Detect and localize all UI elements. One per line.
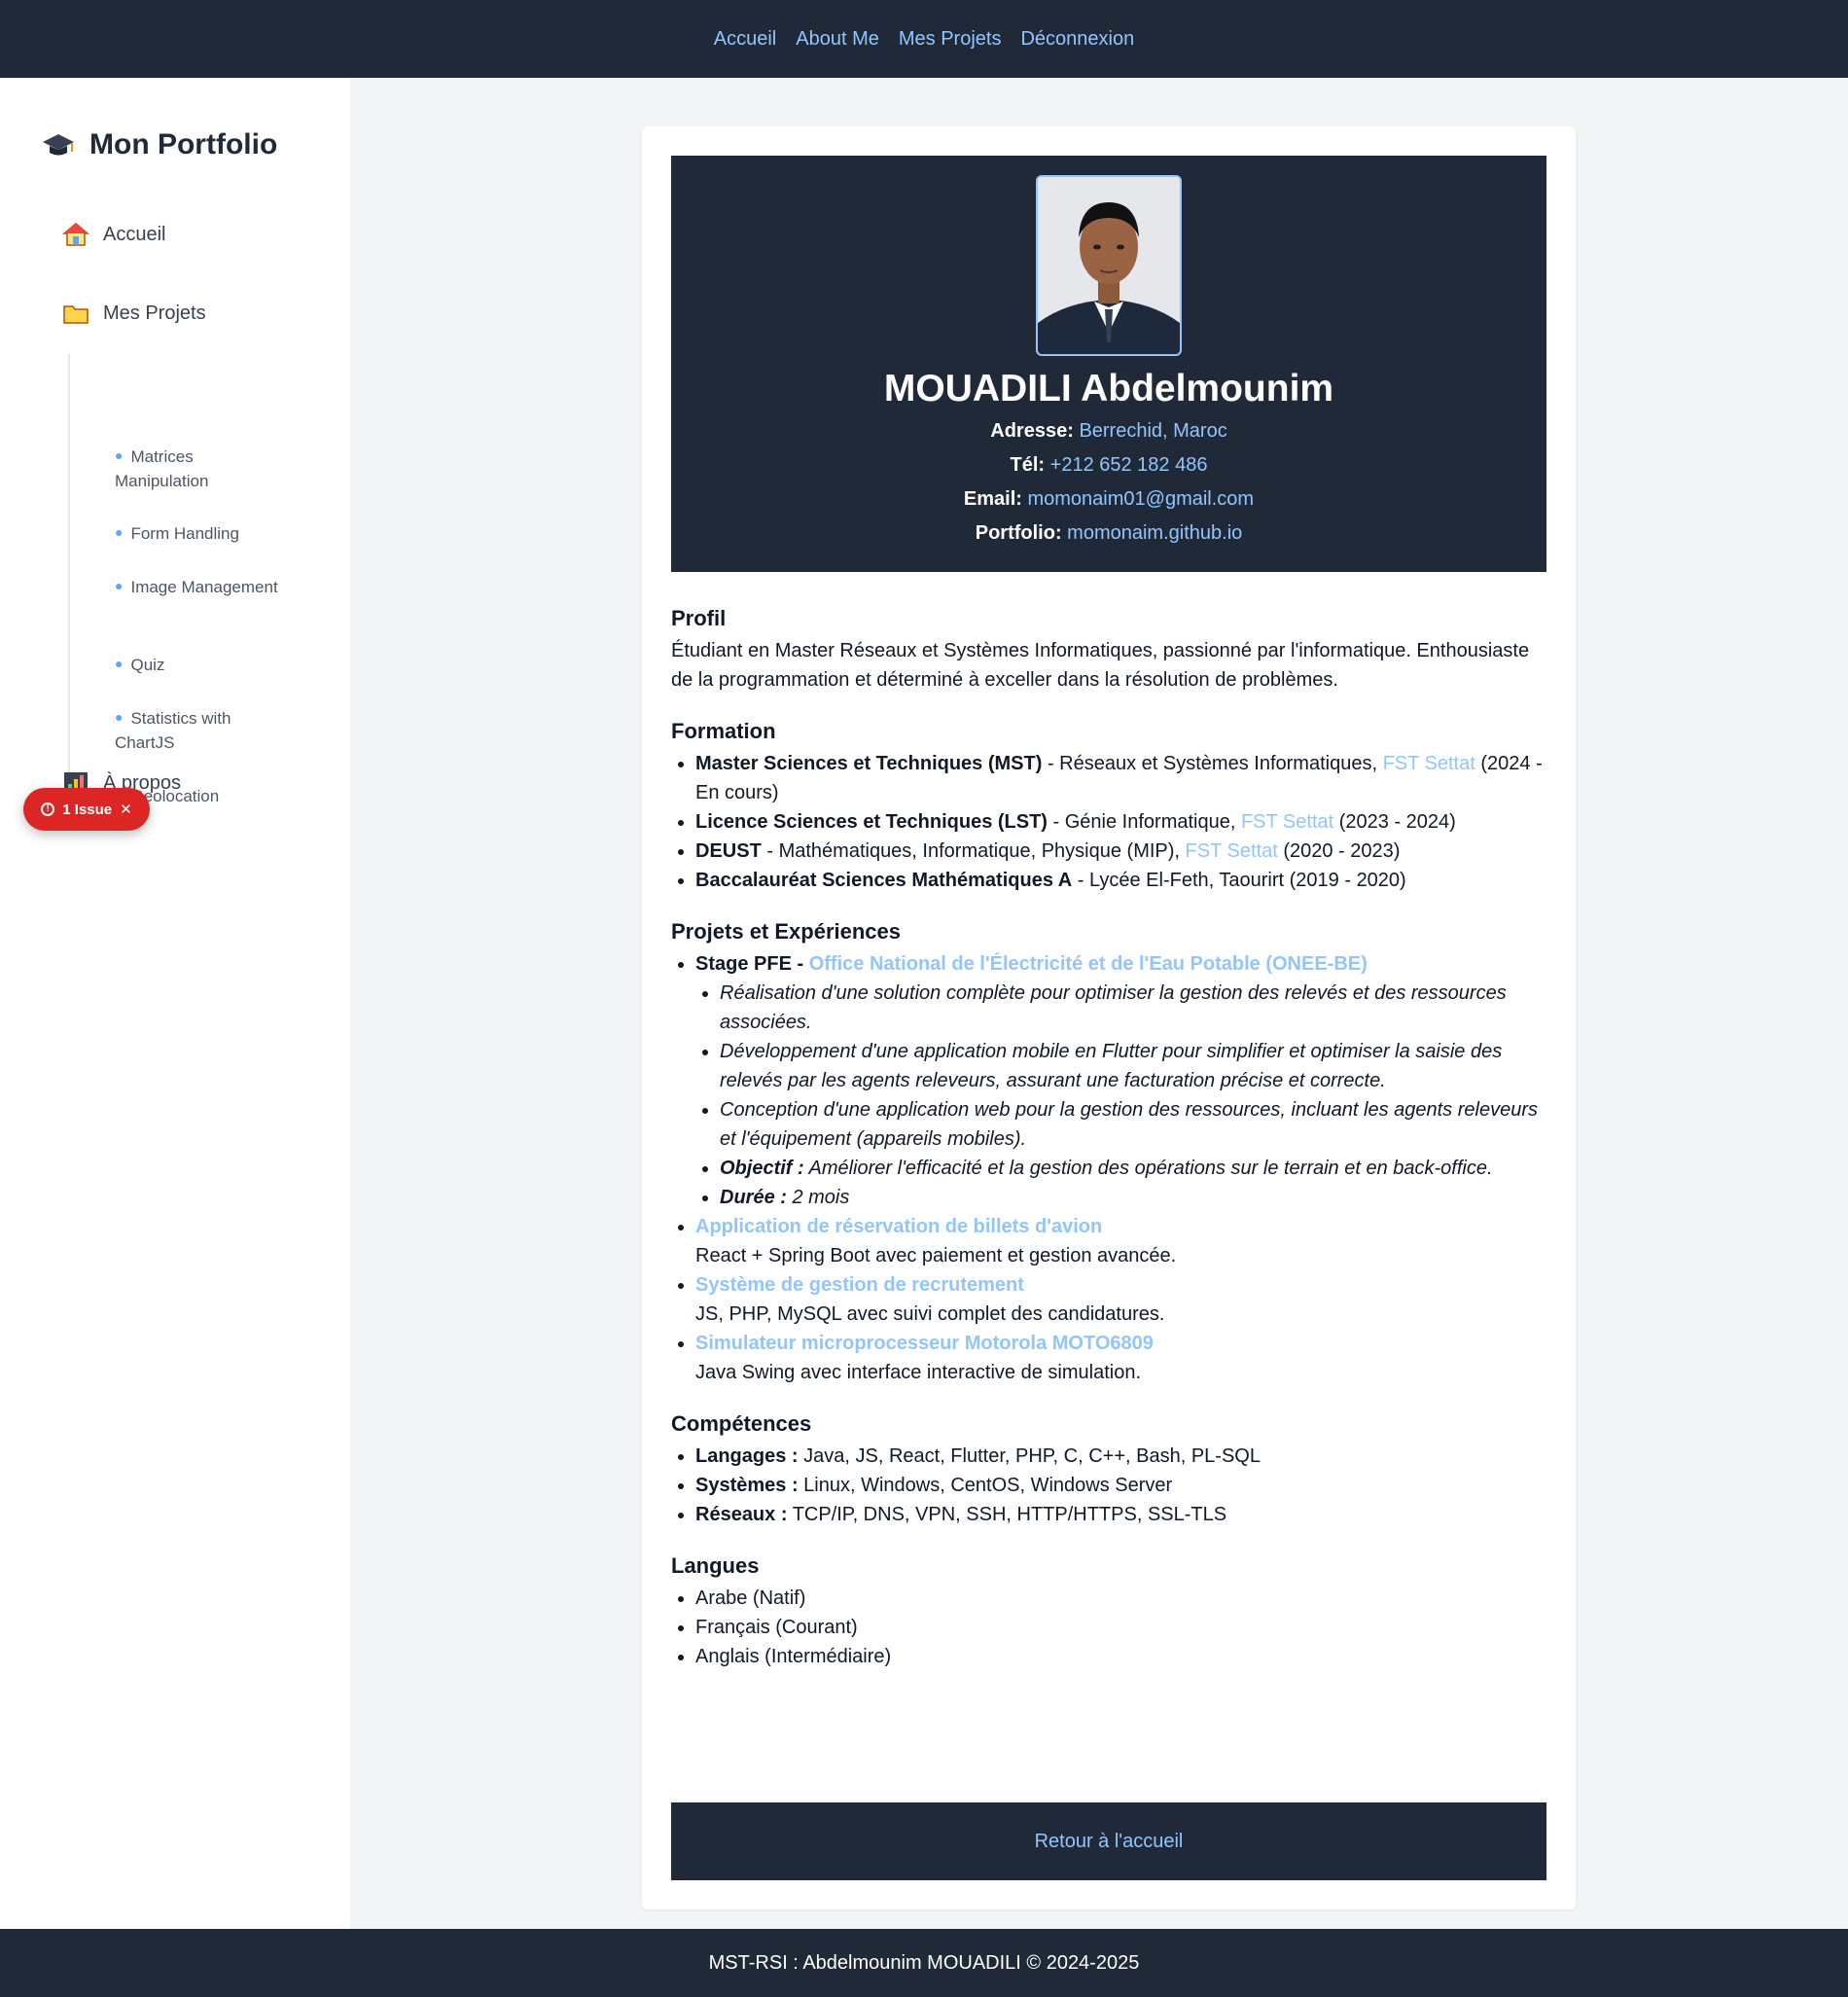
submenu-item-image-management[interactable]: ● Image Management — [115, 574, 290, 599]
nav-link-deconnexion[interactable]: Déconnexion — [1020, 24, 1134, 54]
nav-link-about-me[interactable]: About Me — [796, 24, 879, 54]
project-submenu: ● Matrices Manipulation ● Form Handling ● I… — [68, 354, 292, 817]
sidebar-item-accueil[interactable]: Accueil — [62, 222, 165, 247]
section-title: Profil — [671, 606, 727, 630]
list-item: Arabe (Natif) — [695, 1584, 1546, 1613]
section-formation: Formation Master Sciences et Techniques … — [671, 716, 1546, 895]
section-projets: Projets et Expériences Stage PFE - Offic… — [671, 916, 1546, 1387]
list-item: DEUST - Mathématiques, Informatique, Phy… — [695, 837, 1546, 866]
sidebar-item-label: Accueil — [103, 223, 166, 245]
stage-org-link[interactable]: Office National de l'Électricité et de l… — [809, 953, 1368, 975]
school-link[interactable]: FST Settat — [1186, 840, 1278, 862]
alert-circle-icon: ! — [41, 802, 55, 816]
bullet-icon: ● — [115, 524, 124, 540]
submenu-item-matrices[interactable]: ● Matrices Manipulation — [115, 444, 290, 493]
brand[interactable]: Mon Portfolio — [41, 128, 277, 161]
project-item: Système de gestion de recrutementJS, PHP… — [695, 1270, 1546, 1329]
bullet-icon: ● — [115, 447, 124, 463]
school-link[interactable]: FST Settat — [1241, 811, 1333, 833]
portfolio-link[interactable]: momonaim.github.io — [1067, 522, 1242, 544]
cv-header: MOUADILI Abdelmounim Adresse: Berrechid,… — [671, 156, 1546, 572]
issue-label: 1 Issue — [62, 801, 113, 818]
list-item: Français (Courant) — [695, 1613, 1546, 1642]
contact-address: Adresse: Berrechid, Maroc — [990, 420, 1227, 442]
list-item: Master Sciences et Techniques (MST) - Ré… — [695, 749, 1546, 807]
top-nav: Accueil About Me Mes Projets Déconnexion — [0, 0, 1848, 78]
project-link[interactable]: Application de réservation de billets d'… — [695, 1216, 1102, 1237]
house-icon — [62, 223, 89, 246]
sidebar-item-mes-projets[interactable]: Mes Projets — [62, 301, 206, 326]
graduation-cap-icon — [43, 134, 74, 156]
list-item: Objectif : Améliorer l'efficacité et la … — [720, 1154, 1546, 1183]
list-item: Licence Sciences et Techniques (LST) - G… — [695, 807, 1546, 837]
list-item: Anglais (Intermédiaire) — [695, 1642, 1546, 1671]
list-item: Réalisation d'une solution complète pour… — [720, 979, 1546, 1037]
bullet-icon: ● — [115, 709, 124, 725]
section-langues: Langues Arabe (Natif) Français (Courant)… — [671, 1551, 1546, 1671]
submenu-item-quiz[interactable]: ● Quiz — [115, 652, 290, 677]
cv-name: MOUADILI Abdelmounim — [883, 368, 1334, 410]
list-item: Durée : 2 mois — [720, 1183, 1546, 1212]
list-item: Conception d'une application web pour la… — [720, 1095, 1546, 1154]
list-item-stage: Stage PFE - Office National de l'Électri… — [695, 949, 1546, 1212]
section-title: Compétences — [671, 1411, 812, 1436]
contact-phone: Tél: +212 652 182 486 — [1010, 454, 1208, 476]
section-title: Projets et Expériences — [671, 919, 902, 944]
nav-link-accueil[interactable]: Accueil — [714, 24, 776, 54]
bullet-icon: ● — [115, 656, 124, 671]
cv-content: Profil Étudiant en Master Réseaux et Sys… — [671, 603, 1546, 1693]
sidebar: Mon Portfolio Accueil Mes Projets ● Matri… — [0, 78, 350, 1929]
school-link[interactable]: FST Settat — [1383, 753, 1475, 774]
close-icon[interactable]: ✕ — [120, 801, 132, 818]
cv-card: MOUADILI Abdelmounim Adresse: Berrechid,… — [642, 126, 1576, 1909]
list-item: Langages : Java, JS, React, Flutter, PHP… — [695, 1442, 1546, 1471]
list-item: Développement d'une application mobile e… — [720, 1037, 1546, 1095]
issue-badge[interactable]: ! 1 Issue ✕ — [23, 788, 150, 831]
project-item: Application de réservation de billets d'… — [695, 1212, 1546, 1270]
folder-icon — [63, 305, 89, 324]
submenu-item-form-handling[interactable]: ● Form Handling — [115, 520, 290, 546]
back-to-home-button[interactable]: Retour à l'accueil — [671, 1802, 1546, 1880]
contact-email: Email: momonaim01@gmail.com — [963, 488, 1255, 510]
project-link[interactable]: Système de gestion de recrutement — [695, 1274, 1024, 1296]
project-item: Simulateur microprocesseur Motorola MOTO… — [695, 1329, 1546, 1387]
nav-link-mes-projets[interactable]: Mes Projets — [899, 24, 1002, 54]
contact-portfolio: Portfolio: momonaim.github.io — [975, 522, 1243, 544]
submenu-item-statistics[interactable]: ● Statistics with ChartJS — [115, 705, 290, 755]
bullet-icon: ● — [115, 578, 124, 593]
email-link[interactable]: momonaim01@gmail.com — [1027, 488, 1254, 510]
project-link[interactable]: Simulateur microprocesseur Motorola MOTO… — [695, 1333, 1154, 1354]
footer: MST-RSI : Abdelmounim MOUADILI © 2024-20… — [0, 1929, 1848, 1997]
list-item: Systèmes : Linux, Windows, CentOS, Windo… — [695, 1471, 1546, 1500]
profile-photo — [1036, 175, 1182, 356]
brand-title: Mon Portfolio — [89, 128, 278, 160]
list-item: Baccalauréat Sciences Mathématiques A - … — [695, 866, 1546, 895]
section-profil: Profil Étudiant en Master Réseaux et Sys… — [671, 603, 1546, 695]
section-title: Langues — [671, 1553, 760, 1578]
list-item: Réseaux : TCP/IP, DNS, VPN, SSH, HTTP/HT… — [695, 1500, 1546, 1529]
sidebar-item-label: Mes Projets — [103, 302, 206, 324]
profil-text: Étudiant en Master Réseaux et Systèmes I… — [671, 640, 1530, 691]
section-title: Formation — [671, 719, 776, 743]
section-competences: Compétences Langages : Java, JS, React, … — [671, 1409, 1546, 1529]
